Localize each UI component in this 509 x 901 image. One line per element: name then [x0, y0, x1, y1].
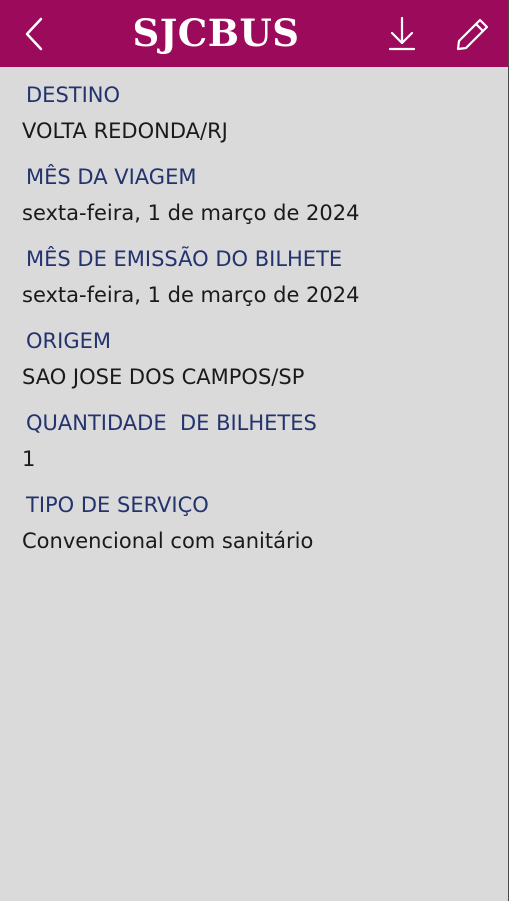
field-value: VOLTA REDONDA/RJ	[22, 119, 228, 143]
field-destino: DESTINO VOLTA REDONDA/RJ	[0, 78, 508, 160]
field-origem: ORIGEM SAO JOSE DOS CAMPOS/SP	[0, 324, 508, 406]
field-label: QUANTIDADE DE BILHETES	[26, 411, 317, 435]
field-quantidade-de-bilhetes: QUANTIDADE DE BILHETES 1	[0, 406, 508, 488]
field-value: Convencional com sanitário	[22, 529, 314, 553]
ticket-details: DESTINO VOLTA REDONDA/RJ MÊS DA VIAGEM s…	[0, 78, 508, 570]
field-value: 1	[22, 447, 36, 471]
pencil-icon	[456, 18, 489, 51]
edit-button[interactable]	[451, 12, 495, 56]
download-icon	[388, 16, 416, 51]
field-label: ORIGEM	[26, 329, 111, 353]
field-label: MÊS DE EMISSÃO DO BILHETE	[26, 247, 343, 271]
field-value: sexta-feira, 1 de março de 2024	[22, 283, 360, 307]
field-label: MÊS DA VIAGEM	[26, 165, 197, 189]
download-button[interactable]	[380, 12, 424, 56]
field-mes-de-emissao: MÊS DE EMISSÃO DO BILHETE sexta-feira, 1…	[0, 242, 508, 324]
field-value: SAO JOSE DOS CAMPOS/SP	[22, 365, 305, 389]
app-header: SJCBUS	[0, 0, 508, 67]
field-mes-da-viagem: MÊS DA VIAGEM sexta-feira, 1 de março de…	[0, 160, 508, 242]
field-label: TIPO DE SERVIÇO	[26, 493, 209, 517]
field-tipo-de-servico: TIPO DE SERVIÇO Convencional com sanitár…	[0, 488, 508, 570]
app-title: SJCBUS	[132, 11, 300, 55]
field-label: DESTINO	[26, 83, 121, 107]
field-value: sexta-feira, 1 de março de 2024	[22, 201, 360, 225]
